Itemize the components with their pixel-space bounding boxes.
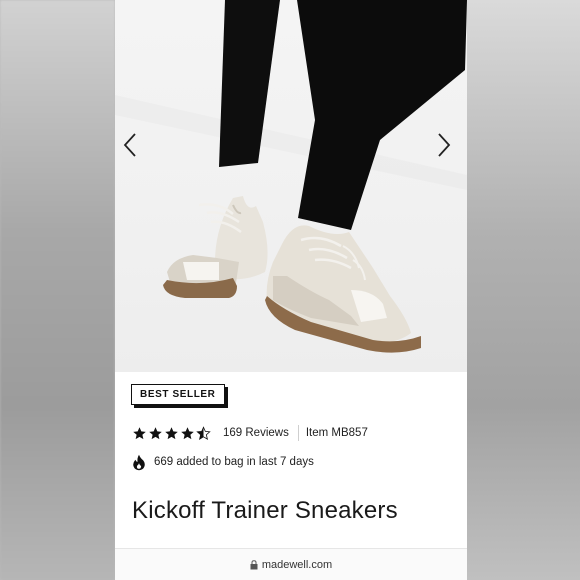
chevron-right-icon	[438, 133, 451, 157]
activity-text: 669 added to bag in last 7 days	[154, 456, 314, 468]
star-rating[interactable]	[132, 425, 211, 441]
item-number: Item MB857	[305, 427, 368, 439]
lock-icon	[250, 560, 258, 570]
blurred-background-right	[467, 0, 580, 580]
phone-screen: BEST SELLER 169 Reviews Item MB857 669 a…	[115, 0, 467, 580]
best-seller-badge: BEST SELLER	[131, 384, 225, 405]
browser-url-bar[interactable]: madewell.com	[115, 548, 467, 580]
star-filled-icon	[165, 426, 178, 439]
star-half-icon	[196, 425, 211, 440]
star-filled-icon	[149, 426, 162, 439]
divider	[297, 425, 299, 441]
reviews-link[interactable]: 169 Reviews	[223, 427, 289, 439]
fire-icon	[133, 454, 145, 470]
url-text: madewell.com	[261, 559, 333, 571]
carousel-next-button[interactable]	[437, 133, 459, 161]
star-filled-icon	[133, 426, 146, 439]
product-photo	[115, 0, 467, 353]
activity-row: 669 added to bag in last 7 days	[132, 452, 314, 472]
rating-row: 169 Reviews Item MB857	[132, 424, 368, 442]
product-title: Kickoff Trainer Sneakers	[132, 497, 398, 524]
carousel-prev-button[interactable]	[123, 133, 145, 161]
chevron-left-icon	[123, 133, 136, 157]
blurred-background-left	[0, 0, 115, 580]
product-image-carousel[interactable]	[115, 0, 467, 372]
star-filled-icon	[181, 426, 194, 439]
